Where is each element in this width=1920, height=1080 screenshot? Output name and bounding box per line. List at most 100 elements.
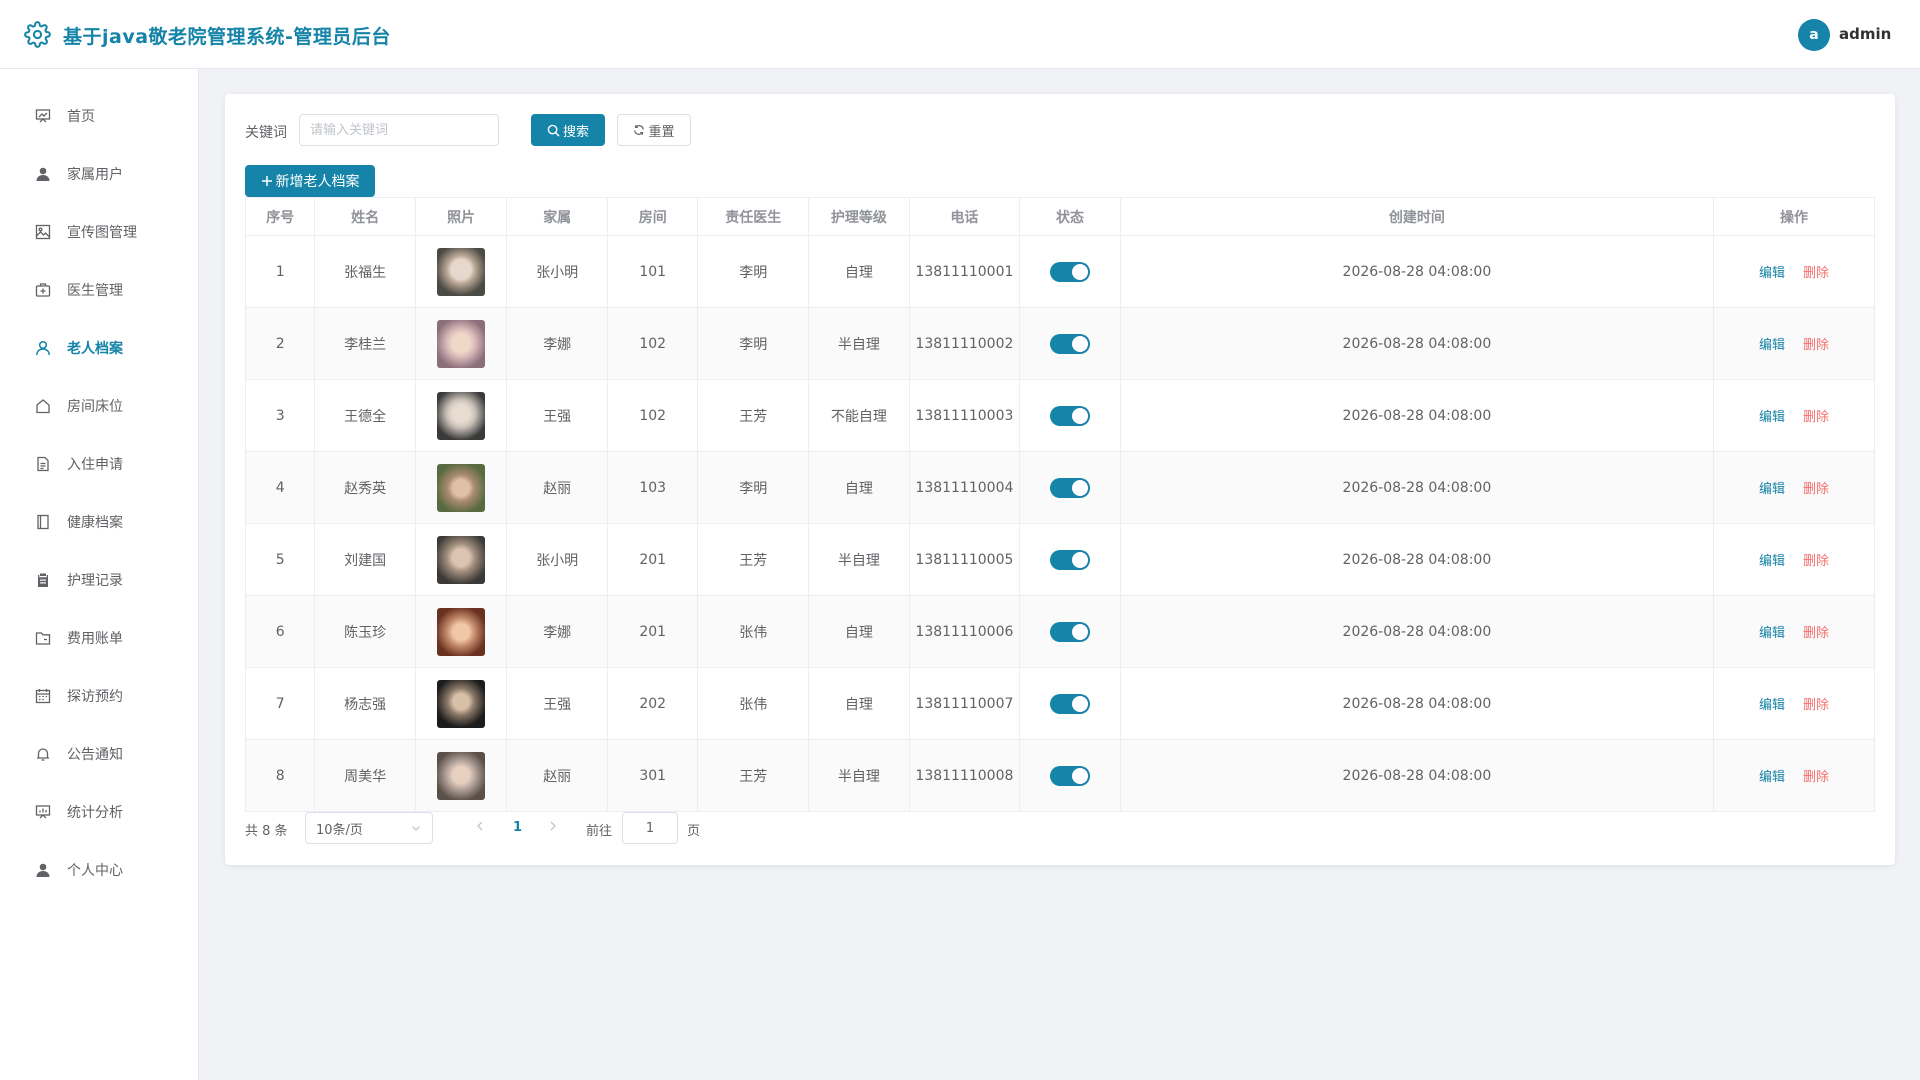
column-header: 姓名 [314, 197, 416, 236]
sidebar-item-bills[interactable]: 费用账单 [0, 616, 198, 660]
edit-link[interactable]: 编辑 [1759, 770, 1785, 785]
sidebar-item-label: 首页 [67, 109, 95, 125]
elder-photo[interactable] [437, 247, 486, 296]
table-header-row: 序号 姓名 照片 家属 房间 责任医生 护理等级 电话 状态 创建时间 操作 [244, 197, 1875, 236]
user-outline-icon [34, 339, 52, 357]
sidebar-item-health-records[interactable]: 健康档案 [0, 500, 198, 544]
cell-created: 2026-08-28 04:08:00 [1119, 379, 1715, 452]
sidebar-item-banners[interactable]: 宣传图管理 [0, 210, 198, 254]
sidebar-item-label: 房间床位 [67, 399, 123, 415]
status-toggle[interactable] [1049, 693, 1090, 714]
delete-link[interactable]: 删除 [1803, 338, 1829, 353]
delete-link[interactable]: 删除 [1803, 698, 1829, 713]
column-header: 序号 [244, 197, 316, 236]
cell-doctor: 王芳 [697, 523, 810, 596]
search-button[interactable]: 搜索 [531, 114, 605, 146]
pagination-total: 共 8 条 [245, 824, 288, 839]
chevron-left-icon [477, 821, 483, 831]
sidebar-item-care-records[interactable]: 护理记录 [0, 558, 198, 602]
cell-family: 李娜 [506, 595, 608, 668]
sidebar-item-rooms[interactable]: 房间床位 [0, 384, 198, 428]
user-solid-icon [34, 165, 52, 183]
elder-photo[interactable] [437, 679, 486, 728]
avatar[interactable]: a [1798, 19, 1830, 51]
cell-level: 半自理 [808, 523, 910, 596]
elder-photo[interactable] [437, 391, 486, 440]
sidebar-item-elder-records[interactable]: 老人档案 [0, 326, 198, 370]
cell-status [1019, 739, 1121, 812]
user-name[interactable]: admin [1839, 25, 1891, 43]
sidebar: 首页 家属用户 宣传图管理 医生管理 老人档案 房间床位 入住申请 健康档案 护… [0, 69, 199, 1080]
goto-page-input[interactable] [622, 812, 678, 844]
elder-photo[interactable] [437, 463, 486, 512]
delete-link[interactable]: 删除 [1803, 770, 1829, 785]
elder-photo[interactable] [437, 319, 486, 368]
page-number[interactable]: 1 [513, 820, 522, 835]
sidebar-item-statistics[interactable]: 统计分析 [0, 790, 198, 834]
elder-photo[interactable] [437, 535, 486, 584]
reset-button[interactable]: 重置 [617, 114, 691, 146]
keyword-input[interactable] [299, 114, 499, 146]
add-elder-button[interactable]: 新增老人档案 [245, 165, 375, 197]
status-toggle[interactable] [1049, 333, 1090, 354]
cell-name: 赵秀英 [314, 451, 416, 524]
sidebar-item-notices[interactable]: 公告通知 [0, 732, 198, 776]
table-row: 1 张福生 张小明 101 李明 自理 13811110001 2026-08-… [244, 235, 1875, 308]
edit-link[interactable]: 编辑 [1759, 410, 1785, 425]
edit-link[interactable]: 编辑 [1759, 698, 1785, 713]
edit-link[interactable]: 编辑 [1759, 266, 1785, 281]
cell-phone: 13811110005 [908, 523, 1021, 596]
delete-link[interactable]: 删除 [1803, 410, 1829, 425]
picture-icon [34, 223, 52, 241]
gear-icon [24, 21, 51, 48]
cell-photo [414, 451, 508, 524]
sidebar-item-doctors[interactable]: 医生管理 [0, 268, 198, 312]
cell-phone: 13811110004 [908, 451, 1021, 524]
cell-name: 周美华 [314, 739, 416, 812]
cell-family: 李娜 [506, 307, 608, 380]
status-toggle[interactable] [1049, 765, 1090, 786]
delete-link[interactable]: 删除 [1803, 482, 1829, 497]
status-toggle[interactable] [1049, 549, 1090, 570]
cell-index: 5 [244, 523, 316, 596]
delete-link[interactable]: 删除 [1803, 554, 1829, 569]
cell-family: 张小明 [506, 523, 608, 596]
cell-created: 2026-08-28 04:08:00 [1119, 667, 1715, 740]
page-size-value: 10条/页 [316, 822, 363, 838]
cell-status [1019, 523, 1121, 596]
cell-index: 3 [244, 379, 316, 452]
sidebar-item-label: 费用账单 [67, 631, 123, 647]
cell-index: 6 [244, 595, 316, 668]
sidebar-item-home[interactable]: 首页 [0, 94, 198, 138]
edit-link[interactable]: 编辑 [1759, 626, 1785, 641]
status-toggle[interactable] [1049, 621, 1090, 642]
status-toggle[interactable] [1049, 477, 1090, 498]
elder-table: 序号 姓名 照片 家属 房间 责任医生 护理等级 电话 状态 创建时间 操作 1… [244, 197, 1875, 812]
status-toggle[interactable] [1049, 261, 1090, 282]
cell-actions: 编辑 删除 [1713, 667, 1875, 740]
cell-created: 2026-08-28 04:08:00 [1119, 451, 1715, 524]
page-size-select[interactable]: 10条/页 [305, 812, 433, 844]
next-page-button[interactable] [548, 820, 558, 836]
sidebar-item-label: 老人档案 [67, 341, 123, 357]
delete-link[interactable]: 删除 [1803, 266, 1829, 281]
column-header: 责任医生 [697, 197, 810, 236]
edit-link[interactable]: 编辑 [1759, 482, 1785, 497]
elder-photo[interactable] [437, 607, 486, 656]
sidebar-item-profile[interactable]: 个人中心 [0, 848, 198, 892]
page-unit-label: 页 [687, 824, 701, 839]
chart-board-icon [34, 107, 52, 125]
status-toggle[interactable] [1049, 405, 1090, 426]
sidebar-item-family-users[interactable]: 家属用户 [0, 152, 198, 196]
edit-link[interactable]: 编辑 [1759, 554, 1785, 569]
cell-phone: 13811110002 [908, 307, 1021, 380]
delete-link[interactable]: 删除 [1803, 626, 1829, 641]
sidebar-item-visits[interactable]: 探访预约 [0, 674, 198, 718]
cell-created: 2026-08-28 04:08:00 [1119, 739, 1715, 812]
edit-link[interactable]: 编辑 [1759, 338, 1785, 353]
cell-doctor: 王芳 [697, 379, 810, 452]
elder-photo[interactable] [437, 751, 486, 800]
cell-room: 103 [606, 451, 699, 524]
prev-page-button[interactable] [475, 820, 485, 836]
sidebar-item-admission[interactable]: 入住申请 [0, 442, 198, 486]
